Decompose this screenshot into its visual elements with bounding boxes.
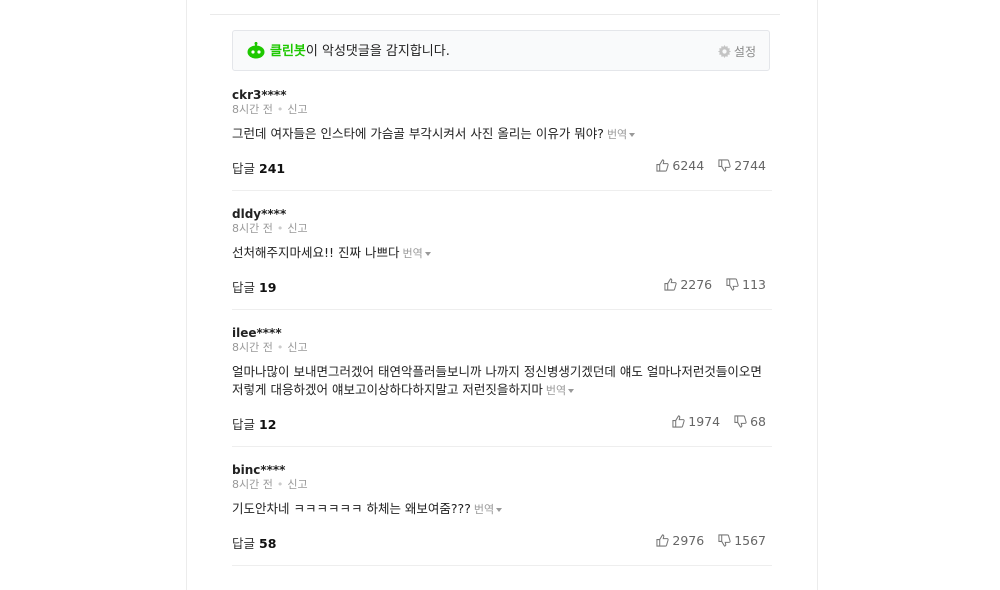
dislike-count: 2744 bbox=[734, 158, 766, 173]
thumbs-down-icon bbox=[726, 278, 739, 291]
comment-username[interactable]: dldy**** bbox=[232, 207, 772, 222]
cleanbot-settings-button[interactable]: 설정 bbox=[717, 43, 756, 60]
top-divider bbox=[210, 0, 780, 15]
cleanbot-brand[interactable]: 클린봇 bbox=[270, 44, 306, 59]
dislike-count: 1567 bbox=[734, 533, 766, 548]
cleanbot-banner: 클린봇이 악성댓글을 감지합니다. 설정 bbox=[232, 30, 770, 71]
translate-button[interactable]: 번역 bbox=[402, 247, 431, 260]
dislike-count: 68 bbox=[750, 414, 766, 429]
thumbs-down-icon bbox=[734, 415, 747, 428]
like-count: 6244 bbox=[672, 158, 705, 173]
comment-meta: 8시간 전 • 신고 bbox=[232, 341, 772, 355]
like-count: 2976 bbox=[672, 533, 705, 548]
comment-meta: 8시간 전 • 신고 bbox=[232, 222, 772, 236]
reply-count: 58 bbox=[259, 536, 277, 551]
comment-item: binc**** 8시간 전 • 신고 기도안차네 ㅋㅋㅋㅋㅋㅋ 하체는 왜보여줌?… bbox=[232, 463, 772, 553]
vote-group: 6244 2744 bbox=[656, 158, 766, 173]
translate-button[interactable]: 번역 bbox=[607, 128, 636, 141]
settings-label: 설정 bbox=[733, 45, 756, 59]
translate-button[interactable]: 번역 bbox=[546, 384, 575, 397]
dislike-count: 113 bbox=[742, 277, 766, 292]
comment-divider bbox=[232, 309, 772, 310]
comment-item: dldy**** 8시간 전 • 신고 선처해주지마세요!! 진짜 나쁘다 번역 답글… bbox=[232, 207, 772, 297]
meta-separator: • bbox=[276, 222, 284, 235]
reply-button[interactable]: 답글 58 bbox=[232, 533, 276, 552]
reply-button[interactable]: 답글 241 bbox=[232, 158, 285, 177]
comment-meta: 8시간 전 • 신고 bbox=[232, 103, 772, 117]
comment-footer: 답글 12 1974 68 bbox=[232, 414, 772, 434]
comment-username[interactable]: binc**** bbox=[232, 463, 772, 478]
reply-count: 19 bbox=[259, 280, 277, 295]
like-button[interactable]: 1974 bbox=[672, 414, 720, 429]
cleanbot-robot-icon bbox=[247, 42, 265, 59]
caret-down-icon bbox=[568, 389, 575, 393]
meta-separator: • bbox=[276, 103, 284, 116]
report-link[interactable]: 신고 bbox=[287, 222, 307, 235]
dislike-button[interactable]: 2744 bbox=[718, 158, 766, 173]
comment-text: 얼마나많이 보내면그러겠어 태연악플러들보니까 나까지 정신병생기겠던데 얘도 … bbox=[232, 364, 762, 397]
thumbs-down-icon bbox=[718, 159, 731, 172]
comment-footer: 답글 241 6244 2744 bbox=[232, 158, 772, 178]
cleanbot-message: 클린봇이 악성댓글을 감지합니다. bbox=[270, 43, 450, 60]
like-count: 2276 bbox=[680, 277, 713, 292]
report-link[interactable]: 신고 bbox=[287, 478, 307, 491]
comment-time: 8시간 전 bbox=[232, 341, 273, 354]
comment-divider bbox=[232, 565, 772, 566]
comment-divider bbox=[232, 446, 772, 447]
cleanbot-message-text: 이 악성댓글을 감지합니다. bbox=[305, 44, 450, 59]
vote-group: 1974 68 bbox=[672, 414, 766, 429]
comment-item: ckr3**** 8시간 전 • 신고 그런데 여자들은 인스타에 가슴골 부각시켜… bbox=[232, 88, 772, 178]
comment-text-block: 선처해주지마세요!! 진짜 나쁘다 번역 bbox=[232, 244, 772, 263]
comment-time: 8시간 전 bbox=[232, 222, 273, 235]
dislike-button[interactable]: 113 bbox=[726, 277, 766, 292]
like-button[interactable]: 2976 bbox=[656, 533, 704, 548]
comment-item: ilee**** 8시간 전 • 신고 얼마나많이 보내면그러겠어 태연악플러들보니… bbox=[232, 326, 772, 434]
comment-time: 8시간 전 bbox=[232, 103, 273, 116]
reply-count: 241 bbox=[259, 161, 286, 176]
reply-button[interactable]: 답글 12 bbox=[232, 414, 276, 433]
comment-text-block: 얼마나많이 보내면그러겠어 태연악플러들보니까 나까지 정신병생기겠던데 얘도 … bbox=[232, 363, 772, 400]
reply-count: 12 bbox=[259, 417, 277, 432]
comment-divider bbox=[232, 190, 772, 191]
translate-button[interactable]: 번역 bbox=[474, 503, 503, 516]
comment-username[interactable]: ckr3**** bbox=[232, 88, 772, 103]
dislike-button[interactable]: 1567 bbox=[718, 533, 766, 548]
thumbs-up-icon bbox=[656, 159, 670, 172]
meta-separator: • bbox=[276, 341, 284, 354]
caret-down-icon bbox=[496, 508, 503, 512]
vote-group: 2976 1567 bbox=[656, 533, 766, 548]
reply-button[interactable]: 답글 19 bbox=[232, 277, 276, 296]
comment-footer: 답글 58 2976 1567 bbox=[232, 533, 772, 553]
comment-text-block: 그런데 여자들은 인스타에 가슴골 부각시켜서 사진 올리는 이유가 뭐야? 번역 bbox=[232, 125, 772, 144]
report-link[interactable]: 신고 bbox=[287, 341, 307, 354]
vote-group: 2276 113 bbox=[664, 277, 766, 292]
gear-icon bbox=[717, 45, 731, 58]
like-button[interactable]: 6244 bbox=[656, 158, 704, 173]
report-link[interactable]: 신고 bbox=[287, 103, 307, 116]
caret-down-icon bbox=[629, 133, 636, 137]
thumbs-down-icon bbox=[718, 534, 731, 547]
comment-text-block: 기도안차네 ㅋㅋㅋㅋㅋㅋ 하체는 왜보여줌??? 번역 bbox=[232, 500, 772, 519]
comment-time: 8시간 전 bbox=[232, 478, 273, 491]
comment-footer: 답글 19 2276 113 bbox=[232, 277, 772, 297]
thumbs-up-icon bbox=[664, 278, 677, 291]
thumbs-up-icon bbox=[672, 415, 685, 428]
thumbs-up-icon bbox=[656, 534, 670, 547]
comment-text: 기도안차네 ㅋㅋㅋㅋㅋㅋ 하체는 왜보여줌??? bbox=[232, 501, 471, 516]
comment-meta: 8시간 전 • 신고 bbox=[232, 478, 772, 492]
comment-username[interactable]: ilee**** bbox=[232, 326, 772, 341]
comment-text: 그런데 여자들은 인스타에 가슴골 부각시켜서 사진 올리는 이유가 뭐야? bbox=[232, 126, 604, 141]
meta-separator: • bbox=[276, 478, 284, 491]
like-count: 1974 bbox=[688, 414, 721, 429]
dislike-button[interactable]: 68 bbox=[734, 414, 766, 429]
comment-text: 선처해주지마세요!! 진짜 나쁘다 bbox=[232, 245, 400, 260]
caret-down-icon bbox=[424, 252, 431, 256]
like-button[interactable]: 2276 bbox=[664, 277, 712, 292]
